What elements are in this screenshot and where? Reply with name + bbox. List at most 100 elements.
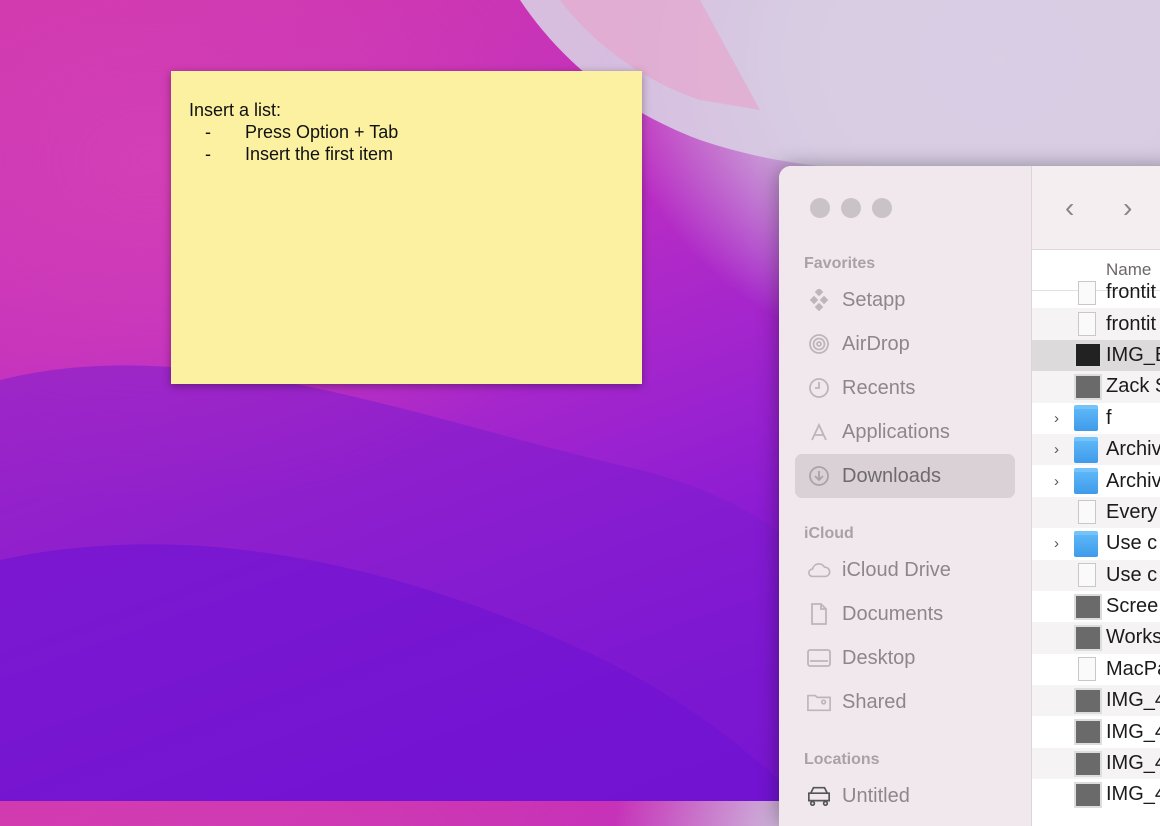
- image-file-icon: [1074, 719, 1102, 746]
- sidebar-item-setapp[interactable]: Setapp: [795, 278, 1015, 322]
- list-item: - Insert the first item: [189, 143, 642, 165]
- desktop-icon: [807, 646, 831, 670]
- sidebar-item-label: Recents: [842, 376, 916, 399]
- sidebar-item-label: Desktop: [842, 646, 916, 669]
- minimize-button[interactable]: [841, 198, 861, 218]
- sidebar-item-airdrop[interactable]: AirDrop: [795, 322, 1015, 366]
- sidebar-item-label: AirDrop: [842, 332, 910, 355]
- sidebar-item-shared[interactable]: Shared: [795, 680, 1015, 724]
- sidebar-item-label: Untitled: [842, 784, 910, 807]
- file-name: Use c: [1106, 532, 1158, 555]
- image-file-icon: [1074, 624, 1102, 651]
- image-file-icon: [1074, 373, 1102, 400]
- list-bullet: -: [205, 122, 211, 142]
- clock-icon: [807, 376, 831, 400]
- finder-toolbar: ‹ ›: [1032, 166, 1160, 250]
- image-file-icon: [1074, 781, 1102, 808]
- list-item-text: Insert the first item: [245, 144, 394, 164]
- file-row[interactable]: IMG_4: [1032, 779, 1160, 810]
- window-controls: [810, 198, 892, 218]
- file-icon: [1078, 280, 1096, 305]
- sidebar-item-label: Applications: [842, 420, 950, 443]
- sidebar-item-label: Downloads: [842, 464, 941, 487]
- file-icon: [1078, 563, 1096, 588]
- file-name: Use c: [1106, 563, 1158, 586]
- file-row[interactable]: › f: [1032, 403, 1160, 434]
- list-bullet: -: [205, 144, 211, 164]
- sidebar-item-label: iCloud Drive: [842, 558, 951, 581]
- sidebar-item-desktop[interactable]: Desktop: [795, 636, 1015, 680]
- file-name: Works: [1106, 626, 1160, 649]
- disclosure-chevron-icon[interactable]: ›: [1054, 535, 1059, 552]
- sidebar-section-locations: Locations: [804, 751, 880, 768]
- sidebar-item-recents[interactable]: Recents: [795, 366, 1015, 410]
- file-row[interactable]: IMG_4: [1032, 716, 1160, 747]
- sidebar-section-icloud: iCloud: [804, 525, 854, 542]
- forward-button[interactable]: ›: [1123, 192, 1132, 224]
- file-row[interactable]: IMG_4: [1032, 747, 1160, 780]
- image-file-icon: [1074, 750, 1102, 777]
- file-name: IMG_4: [1106, 720, 1160, 743]
- sidebar-item-label: Shared: [842, 690, 907, 713]
- sidebar-item-downloads[interactable]: Downloads: [795, 454, 1015, 498]
- file-row[interactable]: › Use c: [1032, 528, 1160, 559]
- file-row[interactable]: Scree: [1032, 591, 1160, 622]
- file-name: frontit: [1106, 281, 1157, 304]
- file-name: f: [1106, 406, 1112, 429]
- document-icon: [807, 602, 831, 626]
- folder-icon: [1074, 436, 1098, 463]
- finder-window: Favorites Setapp AirDrop Recents Applica…: [779, 166, 1160, 826]
- file-row[interactable]: › Archiv: [1032, 433, 1160, 466]
- file-row[interactable]: frontit: [1032, 308, 1160, 340]
- file-name: IMG_4: [1106, 689, 1160, 712]
- file-row[interactable]: MacPa: [1032, 654, 1160, 685]
- cloud-icon: [807, 558, 831, 582]
- close-button[interactable]: [810, 198, 830, 218]
- file-name: Scree: [1106, 595, 1159, 618]
- file-list-pane: ‹ › Name frontitfrontitIMG_EZack S›f›Arc…: [1032, 166, 1160, 826]
- file-name: Archiv: [1106, 438, 1160, 461]
- file-name: Archiv: [1106, 469, 1160, 492]
- list-item-text: Press Option + Tab: [245, 122, 399, 142]
- sidebar-item-documents[interactable]: Documents: [795, 592, 1015, 636]
- sidebar-item-icloud-drive[interactable]: iCloud Drive: [795, 548, 1015, 592]
- file-row[interactable]: IMG_4: [1032, 685, 1160, 717]
- file-name: frontit: [1106, 312, 1157, 335]
- image-file-icon: [1074, 687, 1102, 714]
- sidebar-item-label: Documents: [842, 602, 944, 625]
- image-file-icon: [1074, 342, 1102, 369]
- back-button[interactable]: ‹: [1065, 192, 1074, 224]
- file-row[interactable]: › Archiv: [1032, 465, 1160, 496]
- image-file-icon: [1074, 593, 1102, 620]
- disclosure-chevron-icon[interactable]: ›: [1054, 441, 1059, 458]
- file-name: MacPa: [1106, 657, 1160, 680]
- airdrop-icon: [807, 332, 831, 356]
- file-row[interactable]: frontit: [1032, 277, 1160, 308]
- sidebar-item-untitled[interactable]: Untitled: [795, 774, 1015, 818]
- folder-icon: [1074, 530, 1098, 557]
- disclosure-chevron-icon[interactable]: ›: [1054, 410, 1059, 427]
- file-name: IMG_4: [1106, 752, 1160, 775]
- file-row[interactable]: IMG_E: [1032, 339, 1160, 372]
- sidebar-item-applications[interactable]: Applications: [795, 410, 1015, 454]
- folder-icon: [1074, 405, 1098, 432]
- file-name: Zack S: [1106, 375, 1160, 398]
- download-icon: [807, 464, 831, 488]
- file-row[interactable]: Zack S: [1032, 371, 1160, 403]
- applications-icon: [807, 420, 831, 444]
- file-icon: [1078, 312, 1096, 337]
- disclosure-chevron-icon[interactable]: ›: [1054, 473, 1059, 490]
- file-row[interactable]: Use c: [1032, 559, 1160, 591]
- shared-folder-icon: [807, 690, 831, 714]
- zoom-button[interactable]: [872, 198, 892, 218]
- sticky-note[interactable]: Insert a list: - Press Option + Tab - In…: [171, 71, 642, 384]
- file-row[interactable]: Every: [1032, 496, 1160, 529]
- folder-icon: [1074, 468, 1098, 495]
- sidebar-item-label: Setapp: [842, 288, 906, 311]
- list-item: - Press Option + Tab: [189, 121, 642, 143]
- file-name: Every: [1106, 500, 1158, 523]
- sidebar-section-favorites: Favorites: [804, 255, 876, 272]
- file-row[interactable]: Works: [1032, 622, 1160, 654]
- file-icon: [1078, 500, 1096, 525]
- file-name: IMG_4: [1106, 783, 1160, 806]
